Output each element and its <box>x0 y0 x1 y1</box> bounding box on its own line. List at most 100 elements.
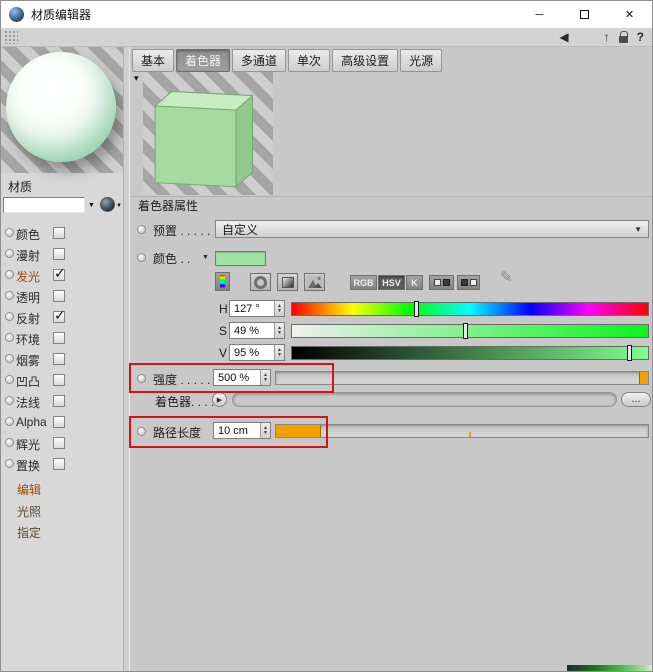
pathlength-slider[interactable] <box>275 424 649 438</box>
shader-preview[interactable] <box>143 71 273 195</box>
up-arrow-icon[interactable]: ↑ <box>604 31 610 43</box>
hue-marker[interactable] <box>413 301 419 317</box>
close-button[interactable]: ✕ <box>607 1 652 28</box>
tab-basic[interactable]: 基本 <box>132 49 175 72</box>
back-icon[interactable]: ◀ <box>559 31 568 43</box>
tab-multichannel[interactable]: 多通道 <box>232 49 287 72</box>
mode-row-edit[interactable]: 编辑 <box>1 478 123 499</box>
color-dot-icon <box>137 253 146 262</box>
minimize-button[interactable]: ─ <box>517 1 562 28</box>
channel-row-color[interactable]: 颜色 <box>1 223 123 244</box>
rgb-button[interactable]: RGB <box>350 275 377 290</box>
channel-checkbox[interactable] <box>53 374 65 386</box>
saturation-gradient-bar[interactable] <box>291 323 649 339</box>
tab-advanced[interactable]: 高级设置 <box>332 49 399 72</box>
channel-checkbox[interactable] <box>53 353 65 365</box>
channel-row-alpha[interactable]: Alpha <box>1 412 123 433</box>
channel-row-glow[interactable]: 辉光 <box>1 433 123 454</box>
channel-checkbox[interactable] <box>53 416 65 428</box>
channel-row-bump[interactable]: 凹凸 <box>1 370 123 391</box>
hue-gradient-bar[interactable] <box>291 301 649 317</box>
strength-slider-handle[interactable] <box>639 372 648 384</box>
channel-checkbox[interactable] <box>53 290 65 302</box>
channel-row-fog[interactable]: 烟雾 <box>1 349 123 370</box>
spinner-arrows[interactable]: ▲ ▼ <box>260 370 270 385</box>
spinner-arrows[interactable]: ▲ ▼ <box>274 323 284 338</box>
material-preview[interactable] <box>1 47 123 173</box>
shader-browse-button[interactable]: ... <box>621 392 651 407</box>
channel-checkbox[interactable] <box>53 248 65 260</box>
preview-type-button[interactable] <box>100 197 115 212</box>
tab-light[interactable]: 光源 <box>400 49 443 72</box>
hue-value: 127 ° <box>234 302 260 315</box>
channel-checkbox[interactable] <box>53 311 65 323</box>
channel-row-luminance[interactable]: 发光 ✓ <box>1 265 123 286</box>
channel-dot-icon <box>5 228 14 237</box>
channel-row-reflectance[interactable]: 反射 ✓ <box>1 307 123 328</box>
spinner-arrows[interactable]: ▲ ▼ <box>260 423 270 438</box>
material-section-label: 材质 <box>8 180 33 194</box>
hsv-button[interactable]: HSV <box>378 275 405 290</box>
color-mixer-icon[interactable] <box>457 275 480 290</box>
picture-icon[interactable] <box>304 273 325 291</box>
preview-collapse-icon[interactable]: ▾ <box>134 73 139 84</box>
channel-row-environment[interactable]: 环境 <box>1 328 123 349</box>
value-gradient-bar[interactable] <box>291 345 649 361</box>
strength-value: 500 % <box>218 371 250 384</box>
channel-row-normal[interactable]: 法线 <box>1 391 123 412</box>
shader-expand-button[interactable]: ▶ <box>212 392 227 407</box>
channel-row-transparency[interactable]: 透明 <box>1 286 123 307</box>
tab-single[interactable]: 单次 <box>288 49 331 72</box>
channel-row-diffusion[interactable]: 漫射 <box>1 244 123 265</box>
eyedropper-icon[interactable]: ✎ <box>500 268 513 286</box>
value-spinner[interactable]: 95 % ▲ ▼ <box>229 344 285 361</box>
material-name-input[interactable] <box>3 197 85 213</box>
app-icon[interactable] <box>9 7 24 22</box>
maximize-icon <box>580 10 589 19</box>
color-wheel-icon[interactable] <box>250 273 271 291</box>
channel-dot-icon <box>5 438 14 447</box>
saturation-marker[interactable] <box>463 323 469 339</box>
strength-spinner[interactable]: 500 % ▲ ▼ <box>213 369 271 386</box>
mode-row-assign[interactable]: 指定 <box>1 521 123 542</box>
channel-checkbox[interactable] <box>53 395 65 407</box>
spinner-arrows[interactable]: ▲ ▼ <box>274 301 284 316</box>
color-swatch[interactable] <box>215 251 266 266</box>
minimize-icon: ─ <box>535 8 544 21</box>
panel-splitter[interactable] <box>123 47 130 671</box>
drag-grip[interactable] <box>4 30 18 44</box>
channel-checkbox[interactable] <box>53 332 65 344</box>
channel-checkbox[interactable] <box>53 227 65 239</box>
hue-spinner[interactable]: 127 ° ▲ ▼ <box>229 300 285 317</box>
channel-label: 发光 <box>16 270 41 284</box>
strength-slider[interactable] <box>275 371 649 385</box>
mode-row-illumination[interactable]: 光照 <box>1 500 123 521</box>
swatch-pair-icon[interactable] <box>429 275 454 290</box>
kelvin-button[interactable]: K <box>406 275 423 290</box>
color-label: 颜色 . . <box>153 252 191 266</box>
spinner-arrows[interactable]: ▲ ▼ <box>274 345 284 360</box>
pathlength-spinner[interactable]: 10 cm ▲ ▼ <box>213 422 271 439</box>
shader-link-label: 着色器. . . . . <box>155 395 222 409</box>
name-dropdown-icon[interactable]: ▼ <box>88 202 95 209</box>
channel-dot-icon <box>5 459 14 468</box>
spectrum-icon[interactable] <box>277 273 298 291</box>
compact-slider-icon[interactable] <box>215 272 230 291</box>
material-editor-window: 材质编辑器 ─ ✕ ◀ ↑ ? 材质 ▼ ▼ 颜色 漫射 发光 ✓ 透明 反射 … <box>0 0 653 672</box>
preset-dropdown[interactable]: 自定义 ▼ <box>215 220 649 238</box>
channel-checkbox[interactable] <box>53 269 65 281</box>
channel-row-displacement[interactable]: 置换 <box>1 454 123 475</box>
lock-icon[interactable] <box>618 30 628 43</box>
dropdown-arrow-icon: ▼ <box>634 224 642 234</box>
maximize-button[interactable] <box>562 1 607 28</box>
channel-checkbox[interactable] <box>53 458 65 470</box>
help-icon[interactable]: ? <box>637 31 644 43</box>
color-expander-icon[interactable]: ▼ <box>202 254 209 261</box>
spin-down-icon: ▼ <box>277 307 282 314</box>
tab-shader[interactable]: 着色器 <box>176 49 231 72</box>
saturation-spinner[interactable]: 49 % ▲ ▼ <box>229 322 285 339</box>
pathlength-slider-fill[interactable] <box>276 425 321 437</box>
channel-checkbox[interactable] <box>53 437 65 449</box>
shader-link-field[interactable] <box>232 392 617 407</box>
value-marker[interactable] <box>627 345 633 361</box>
